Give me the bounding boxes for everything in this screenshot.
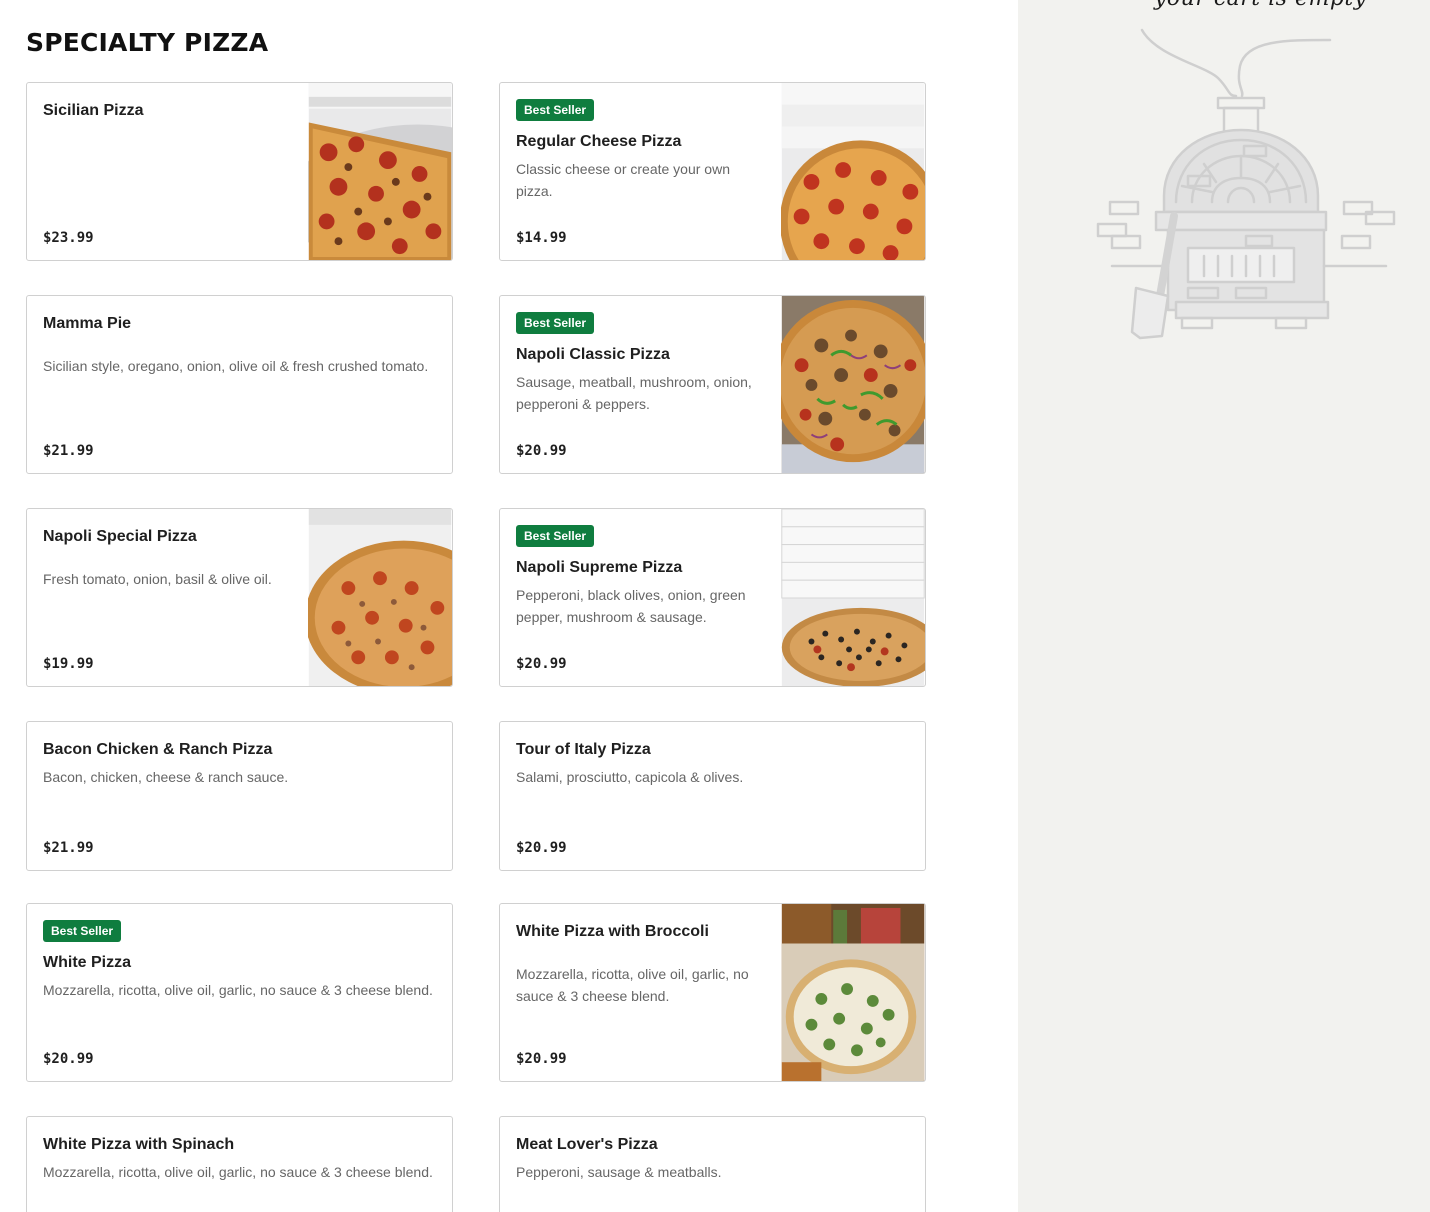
item-price: $20.99 xyxy=(516,656,567,672)
menu-item-card[interactable]: Napoli Special Pizza Fresh tomato, onion… xyxy=(26,508,453,687)
best-seller-badge: Best Seller xyxy=(516,99,595,121)
item-name: Sicilian Pizza xyxy=(43,102,144,119)
best-seller-badge: Best Seller xyxy=(516,312,595,334)
pizza-photo xyxy=(781,509,925,686)
item-name: Regular Cheese Pizza xyxy=(516,133,682,150)
pizza-oven-icon xyxy=(1096,28,1396,340)
item-description: Mozzarella, ricotta, olive oil, garlic, … xyxy=(516,966,749,1004)
item-price: $20.99 xyxy=(516,443,567,459)
menu-item-card[interactable]: Sicilian Pizza $23.99 xyxy=(26,82,453,261)
item-description: Classic cheese or create your own pizza. xyxy=(516,161,730,199)
menu-item-card[interactable]: White Pizza with Broccoli Mozzarella, ri… xyxy=(499,903,926,1082)
page: SPECIALTY PIZZA Sicilian Pizza $23.99 Be… xyxy=(0,0,1430,1212)
item-name: Mamma Pie xyxy=(43,315,132,332)
item-description: Salami, prosciutto, capicola & olives. xyxy=(516,769,744,785)
cart-panel: your cart is empty xyxy=(1018,0,1430,1212)
menu-item-card[interactable]: Mamma Pie Sicilian style, oregano, onion… xyxy=(26,295,453,474)
item-name: Tour of Italy Pizza xyxy=(516,741,651,758)
pizza-photo xyxy=(781,904,925,1081)
menu-item-card[interactable]: Best Seller Regular Cheese Pizza Classic… xyxy=(499,82,926,261)
menu-item-card[interactable]: Best Seller Napoli Supreme Pizza Peppero… xyxy=(499,508,926,687)
item-price: $20.99 xyxy=(516,840,567,856)
item-name: Bacon Chicken & Ranch Pizza xyxy=(43,741,273,758)
item-price: $14.99 xyxy=(516,230,567,246)
item-description: Sausage, meatball, mushroom, onion, pepp… xyxy=(516,374,752,412)
item-name: Napoli Special Pizza xyxy=(43,528,197,545)
item-description: Bacon, chicken, cheese & ranch sauce. xyxy=(43,769,289,785)
menu-item-card[interactable]: Best Seller White Pizza Mozzarella, rico… xyxy=(26,903,453,1082)
pizza-photo xyxy=(308,509,452,686)
menu-item-card[interactable]: Meat Lover's Pizza Pepperoni, sausage & … xyxy=(499,1116,926,1212)
item-price: $21.99 xyxy=(43,840,94,856)
menu-item-card[interactable]: Bacon Chicken & Ranch Pizza Bacon, chick… xyxy=(26,721,453,871)
item-description: Mozzarella, ricotta, olive oil, garlic, … xyxy=(43,982,433,998)
item-name: Meat Lover's Pizza xyxy=(516,1136,658,1153)
pizza-photo xyxy=(781,296,925,473)
menu-item-card[interactable]: Tour of Italy Pizza Salami, prosciutto, … xyxy=(499,721,926,871)
item-description: Fresh tomato, onion, basil & olive oil. xyxy=(43,571,272,587)
best-seller-badge: Best Seller xyxy=(516,525,595,547)
cart-empty-message: your cart is empty xyxy=(1154,0,1367,11)
item-description: Mozzarella, ricotta, olive oil, garlic, … xyxy=(43,1164,433,1180)
menu-item-card[interactable]: White Pizza with Spinach Mozzarella, ric… xyxy=(26,1116,453,1212)
item-price: $20.99 xyxy=(43,1051,94,1067)
menu-item-card[interactable]: Best Seller Napoli Classic Pizza Sausage… xyxy=(499,295,926,474)
pizza-photo xyxy=(781,83,925,260)
item-name: Napoli Supreme Pizza xyxy=(516,559,683,576)
item-price: $23.99 xyxy=(43,230,94,246)
item-description: Sicilian style, oregano, onion, olive oi… xyxy=(43,358,429,374)
item-name: White Pizza with Broccoli xyxy=(516,923,709,940)
item-name: White Pizza xyxy=(43,954,132,971)
pizza-photo xyxy=(308,83,452,260)
best-seller-badge: Best Seller xyxy=(43,920,122,942)
item-description: Pepperoni, sausage & meatballs. xyxy=(516,1164,722,1180)
section-title: SPECIALTY PIZZA xyxy=(26,28,269,57)
item-name: Napoli Classic Pizza xyxy=(516,346,670,363)
item-description: Pepperoni, black olives, onion, green pe… xyxy=(516,587,746,625)
item-price: $19.99 xyxy=(43,656,94,672)
item-name: White Pizza with Spinach xyxy=(43,1136,235,1153)
item-price: $21.99 xyxy=(43,443,94,459)
item-price: $20.99 xyxy=(516,1051,567,1067)
